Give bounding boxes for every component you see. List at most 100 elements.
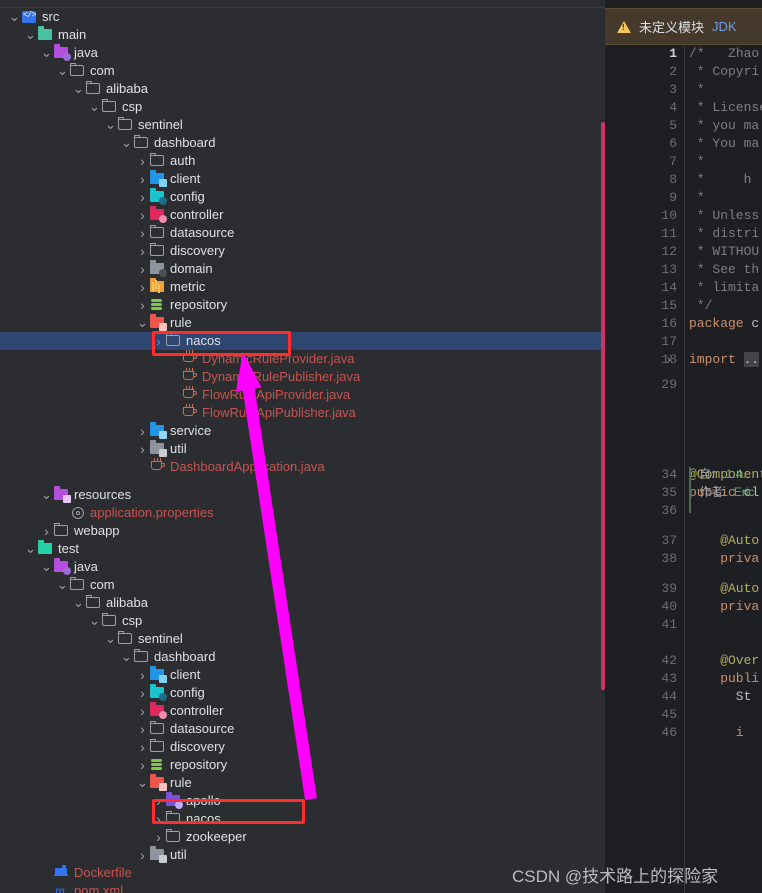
tree-row-auth[interactable]: › auth <box>0 152 601 170</box>
chevron-down-icon[interactable]: ⌄ <box>72 596 85 609</box>
tree-row-java[interactable]: ⌄ java <box>0 558 601 576</box>
line-number: 42 <box>661 653 677 668</box>
tree-row-pom-xml[interactable]: m pom.xml <box>0 882 601 893</box>
chevron-down-icon[interactable]: ⌄ <box>8 10 21 23</box>
chevron-right-icon[interactable]: › <box>136 667 149 683</box>
chevron-right-icon[interactable]: › <box>136 189 149 205</box>
tree-row-rule[interactable]: ⌄ rule <box>0 774 601 792</box>
tree-row-dynamicruleprovider-java[interactable]: DynamicRuleProvider.java <box>0 350 601 368</box>
tree-row-com[interactable]: ⌄ com <box>0 576 601 594</box>
chevron-down-icon[interactable]: ⌄ <box>40 46 53 59</box>
undefined-module-warning-banner[interactable]: 未定义模块 JDK <box>605 8 762 45</box>
project-tree-pane[interactable]: ⌄src⌄main⌄java⌄com⌄alibaba⌄csp⌄sentinel⌄… <box>0 8 601 893</box>
tree-row-discovery[interactable]: › discovery <box>0 738 601 756</box>
chevron-right-icon[interactable]: › <box>136 757 149 773</box>
chevron-down-icon[interactable]: ⌄ <box>136 776 149 789</box>
chevron-right-icon[interactable]: › <box>136 703 149 719</box>
chevron-down-icon[interactable]: ⌄ <box>56 578 69 591</box>
line-number: 1 <box>669 46 677 61</box>
tree-row-rule[interactable]: ⌄ rule <box>0 314 601 332</box>
chevron-right-icon[interactable]: › <box>667 351 671 369</box>
tree-row-main[interactable]: ⌄ main <box>0 26 601 44</box>
chevron-down-icon[interactable]: ⌄ <box>24 28 37 41</box>
tree-row-repository[interactable]: › repository <box>0 296 601 314</box>
tree-row-domain[interactable]: › domain <box>0 260 601 278</box>
tree-row-dynamicrulepublisher-java[interactable]: DynamicRulePublisher.java <box>0 368 601 386</box>
chevron-right-icon[interactable]: › <box>136 847 149 863</box>
chevron-down-icon[interactable]: ⌄ <box>120 650 133 663</box>
tree-row-flowruleapipublisher-java[interactable]: FlowRuleApiPublisher.java <box>0 404 601 422</box>
chevron-right-icon[interactable]: › <box>136 441 149 457</box>
tree-row-application-properties[interactable]: application.properties <box>0 504 601 522</box>
chevron-down-icon[interactable]: ⌄ <box>88 614 101 627</box>
chevron-down-icon[interactable]: ⌄ <box>56 64 69 77</box>
chevron-right-icon[interactable]: › <box>136 739 149 755</box>
chevron-right-icon[interactable]: › <box>136 279 149 295</box>
chevron-right-icon[interactable]: › <box>136 153 149 169</box>
chevron-right-icon[interactable]: › <box>136 423 149 439</box>
tree-row-resources[interactable]: ⌄ resources <box>0 486 601 504</box>
tree-row-datasource[interactable]: › datasource <box>0 224 601 242</box>
tree-row-dashboard[interactable]: ⌄ dashboard <box>0 648 601 666</box>
tree-row-client[interactable]: › client <box>0 170 601 188</box>
tree-row-src[interactable]: ⌄ src <box>0 8 601 26</box>
chevron-down-icon[interactable]: ⌄ <box>40 488 53 501</box>
tree-row-client[interactable]: › client <box>0 666 601 684</box>
chevron-down-icon[interactable]: ⌄ <box>24 542 37 555</box>
chevron-down-icon[interactable]: ⌄ <box>40 560 53 573</box>
code-token: * WITHOU <box>689 244 760 259</box>
tree-row-zookeeper[interactable]: › zookeeper <box>0 828 601 846</box>
tree-row-metric[interactable]: › metric <box>0 278 601 296</box>
chevron-down-icon[interactable]: ⌄ <box>88 100 101 113</box>
tree-row-label: application.properties <box>90 505 214 520</box>
tree-row-sentinel[interactable]: ⌄ sentinel <box>0 116 601 134</box>
doc-popup-accent <box>689 467 691 513</box>
chevron-right-icon[interactable]: › <box>136 297 149 313</box>
chevron-down-icon[interactable]: ⌄ <box>104 118 117 131</box>
chevron-right-icon[interactable]: › <box>136 243 149 259</box>
tree-row-controller[interactable]: › controller <box>0 702 601 720</box>
chevron-right-icon[interactable]: › <box>152 829 165 845</box>
tree-row-sentinel[interactable]: ⌄ sentinel <box>0 630 601 648</box>
tree-row-service[interactable]: › service <box>0 422 601 440</box>
chevron-right-icon[interactable]: › <box>136 171 149 187</box>
tree-row-datasource[interactable]: › datasource <box>0 720 601 738</box>
tree-row-nacos[interactable]: › nacos <box>0 332 601 350</box>
tree-row-webapp[interactable]: › webapp <box>0 522 601 540</box>
chevron-right-icon[interactable]: › <box>136 685 149 701</box>
tree-row-util[interactable]: › util <box>0 846 601 864</box>
chevron-down-icon[interactable]: ⌄ <box>120 136 133 149</box>
chevron-right-icon[interactable]: › <box>136 207 149 223</box>
tree-row-dashboard[interactable]: ⌄ dashboard <box>0 134 601 152</box>
tree-row-config[interactable]: › config <box>0 684 601 702</box>
code-editor-pane[interactable]: 未定义模块 JDK 123456789101112131415161718›29… <box>605 0 762 893</box>
tree-row-test[interactable]: ⌄ test <box>0 540 601 558</box>
folder-icon <box>85 80 103 97</box>
warning-jdk-label: JDK <box>712 19 737 34</box>
chevron-right-icon[interactable]: › <box>136 721 149 737</box>
tree-row-discovery[interactable]: › discovery <box>0 242 601 260</box>
chevron-down-icon[interactable]: ⌄ <box>104 632 117 645</box>
tree-row-csp[interactable]: ⌄ csp <box>0 612 601 630</box>
line-number-gutter[interactable]: 1 2 3 4 5 6 7 8 9 10 11 12 13 14 15 16 17 18 › 29 34 35 36 37 38… <box>605 45 685 893</box>
maven-icon: m <box>55 884 66 893</box>
tree-row-util[interactable]: › util <box>0 440 601 458</box>
tree-row-csp[interactable]: ⌄ csp <box>0 98 601 116</box>
tree-row-alibaba[interactable]: ⌄ alibaba <box>0 80 601 98</box>
tree-row-config[interactable]: › config <box>0 188 601 206</box>
code-token: * You ma <box>689 136 760 151</box>
chevron-right-icon[interactable]: › <box>136 225 149 241</box>
tree-row-java[interactable]: ⌄ java <box>0 44 601 62</box>
chevron-down-icon[interactable]: ⌄ <box>136 316 149 329</box>
tree-row-com[interactable]: ⌄ com <box>0 62 601 80</box>
tree-row-alibaba[interactable]: ⌄ alibaba <box>0 594 601 612</box>
tree-row-controller[interactable]: › controller <box>0 206 601 224</box>
tree-row-dashboardapplication-java[interactable]: DashboardApplication.java <box>0 458 601 476</box>
tree-row-dockerfile[interactable]: Dockerfile <box>0 864 601 882</box>
chevron-right-icon[interactable]: › <box>40 523 53 539</box>
tree-row-flowruleapiprovider-java[interactable]: FlowRuleApiProvider.java <box>0 386 601 404</box>
tree-row-label: resources <box>74 487 132 502</box>
chevron-right-icon[interactable]: › <box>136 261 149 277</box>
chevron-down-icon[interactable]: ⌄ <box>72 82 85 95</box>
tree-row-repository[interactable]: › repository <box>0 756 601 774</box>
